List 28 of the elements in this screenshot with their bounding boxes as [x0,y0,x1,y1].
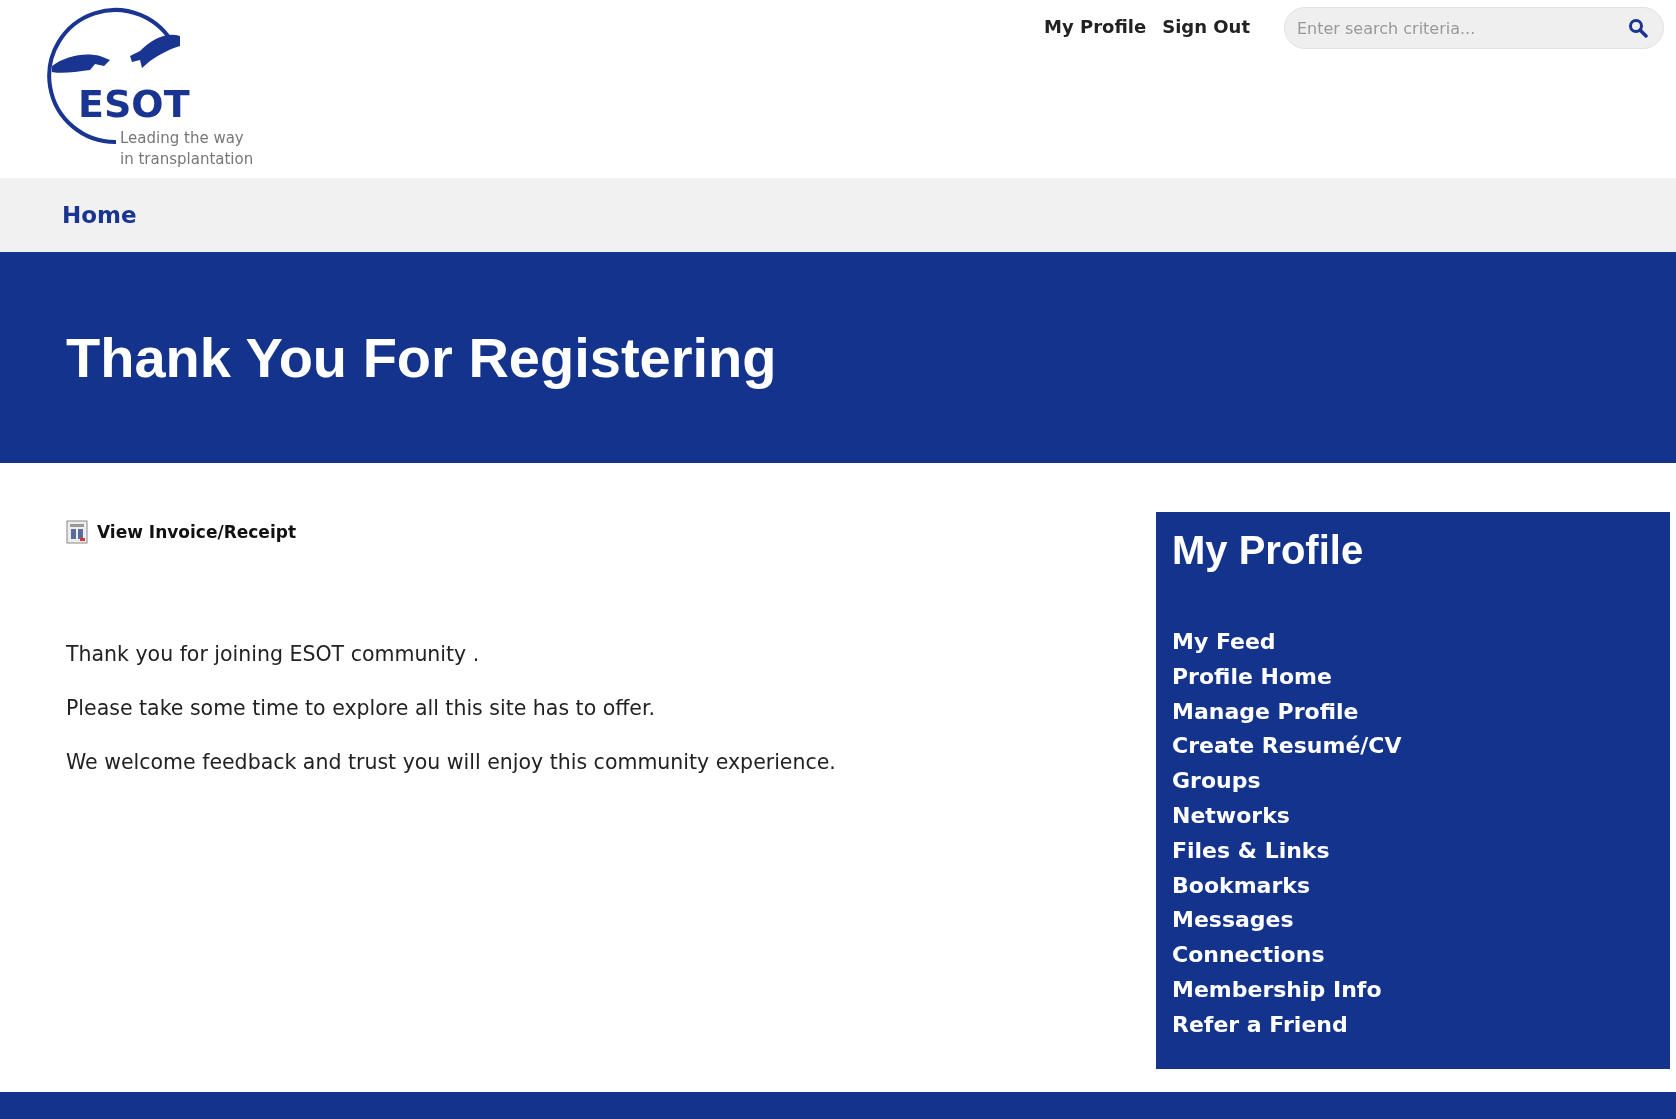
logo-tagline: in transplantation [120,149,254,170]
nav-link[interactable]: Home [62,202,137,228]
logo-tagline: Leading the way [120,128,245,149]
sidebar-link[interactable]: Manage Profile [1172,694,1359,730]
search-field[interactable]: Enter search criteria... [1284,7,1664,49]
sidebar-link[interactable]: Membership Info [1172,972,1382,1008]
sidebar-link[interactable]: Messages [1172,903,1294,939]
sidebar-link[interactable]: Groups [1172,764,1261,799]
paragraph: We welcome feedback and trust you will enjoy this community experience. [66,750,836,774]
header-link[interactable]: My Profile [1044,16,1147,37]
header-link[interactable]: Sign Out [1162,16,1250,37]
logo-wordmark: ESOT [78,82,190,126]
sidebar-link[interactable]: Refer a Friend [1172,1007,1348,1043]
sidebar-link[interactable]: Bookmarks [1172,868,1310,904]
sidebar-link[interactable]: Create Resumé/CV [1172,729,1402,765]
paragraph: Thank you for joining ESOT community . [66,642,481,666]
invoice-link[interactable]: View Invoice/Receipt [97,522,297,542]
invoice-icon [66,520,88,544]
sidebar-title: My Profile [1172,528,1365,573]
sidebar-link[interactable]: My Feed [1172,625,1276,660]
sidebar-link[interactable]: Files & Links [1172,833,1330,869]
sidebar-link[interactable]: Connections [1172,938,1325,973]
paragraph: Please take some time to explore all this site has to offer. [66,696,657,720]
page-title: Thank You For Registering [66,325,777,390]
sidebar-link[interactable]: Networks [1172,799,1290,834]
sidebar-link[interactable]: Profile Home [1172,659,1332,695]
esot-logo[interactable]: ESOT Leading the way in transplantation [40,6,290,176]
search-icon[interactable] [1628,18,1648,38]
